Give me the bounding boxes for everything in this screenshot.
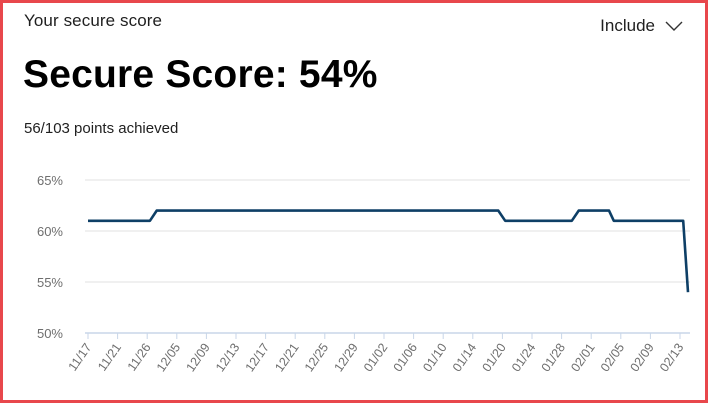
secure-score-series-line — [88, 209, 690, 293]
x-tick-label: 12/29 — [331, 341, 360, 375]
y-tick-label: 55% — [37, 275, 63, 290]
x-tick-label: 01/14 — [450, 341, 479, 375]
x-tick-label: 12/13 — [213, 341, 242, 375]
x-tick-label: 01/24 — [509, 341, 538, 375]
x-tick-label: 01/06 — [391, 341, 420, 375]
x-tick-label: 12/05 — [154, 341, 183, 375]
x-tick-label: 11/21 — [95, 341, 124, 374]
secure-score-history-chart: 65%60%55%50% 11/17 11/21 11/26 12/05 12/09 12… — [37, 173, 690, 375]
x-tick-label: 12/25 — [302, 341, 331, 375]
x-tick-label: 02/13 — [657, 341, 686, 375]
x-tick-label: 12/17 — [243, 341, 272, 375]
y-tick-label: 50% — [37, 326, 63, 341]
x-tick-label: 02/01 — [568, 341, 597, 375]
x-tick-label: 12/09 — [183, 341, 212, 375]
x-tick-label: 02/09 — [627, 341, 656, 375]
x-tick-label: 02/05 — [598, 341, 627, 375]
y-tick-label: 65% — [37, 173, 63, 188]
x-tick-label: 11/26 — [125, 341, 154, 374]
x-tick-label: 01/10 — [420, 341, 449, 375]
y-tick-label: 60% — [37, 224, 63, 239]
x-tick-label: 11/17 — [66, 341, 95, 374]
x-tick-label: 01/28 — [539, 341, 568, 375]
x-tick-label: 01/20 — [479, 341, 508, 375]
x-tick-label: 12/21 — [272, 341, 301, 375]
x-tick-label: 01/02 — [361, 341, 390, 375]
